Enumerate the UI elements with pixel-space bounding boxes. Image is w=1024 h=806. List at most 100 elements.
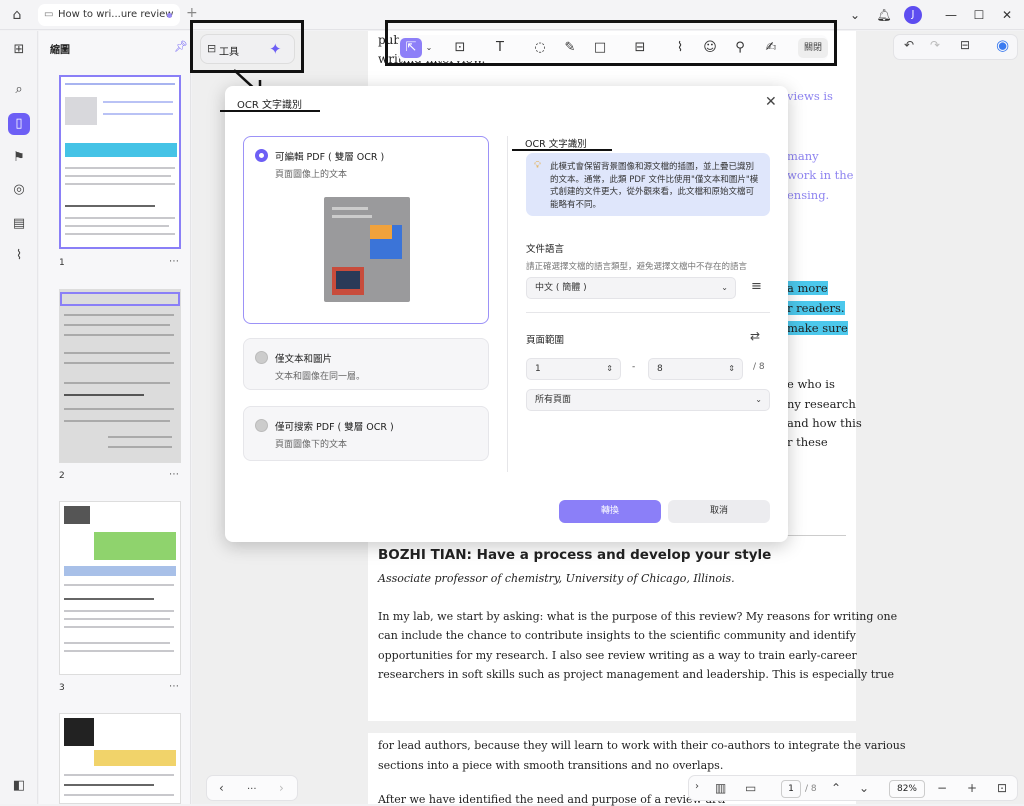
stepper-icon[interactable]: ⇕ <box>728 359 735 379</box>
doc-text: ny research <box>787 397 856 411</box>
more-icon[interactable]: ⋯ <box>169 469 179 480</box>
option-editable-pdf[interactable]: 可編輯 PDF ( 雙層 OCR ) 頁面圖像上的文本 <box>243 136 489 324</box>
doc-text: e who is <box>787 377 835 391</box>
doc-text: a more <box>787 281 828 295</box>
minimize-button[interactable]: — <box>942 6 960 24</box>
search-icon[interactable]: ⌕ <box>8 79 30 101</box>
doc-text: and how this <box>787 416 862 430</box>
fit-page-icon[interactable]: ⊡ <box>997 781 1007 795</box>
option-searchable-pdf[interactable]: 僅可搜索 PDF ( 雙層 OCR ) 頁面圖像下的文本 <box>243 406 489 461</box>
language-label: 文件語言 <box>526 244 565 255</box>
radio-button[interactable] <box>255 149 268 162</box>
settings-sliders-icon[interactable]: ≡ <box>751 279 762 294</box>
radio-button[interactable] <box>255 351 268 364</box>
highlight <box>65 143 177 157</box>
close-icon[interactable]: ✕ <box>765 94 777 110</box>
highlight <box>94 532 176 560</box>
language-value: 中文 ( 簡體 ) <box>535 283 587 293</box>
maximize-button[interactable]: ☐ <box>970 6 988 24</box>
option-label: 僅可搜索 PDF ( 雙層 OCR ) <box>275 422 394 433</box>
panel-title: 縮圖 <box>50 45 70 56</box>
doc-text: r these <box>787 435 828 449</box>
zoom-level[interactable]: 82% <box>889 780 925 798</box>
chevron-left-icon[interactable]: ‹ <box>219 781 224 795</box>
radio-button[interactable] <box>255 419 268 432</box>
page-range-select[interactable]: 所有頁面 ⌄ <box>526 389 770 411</box>
section-subheading: Associate professor of chemistry, Univer… <box>378 572 735 585</box>
convert-button[interactable]: 轉換 <box>559 500 661 523</box>
pin-icon[interactable]: 📌︎ <box>174 40 188 53</box>
highlight <box>64 566 176 576</box>
page-total: / 8 <box>805 784 817 794</box>
doc-text: In my lab, we start by asking: what is t… <box>378 610 898 623</box>
highlight <box>94 750 176 766</box>
doc-text: ensing. <box>787 188 830 202</box>
chevron-down-icon: ⌄ <box>721 283 728 292</box>
zoom-out-icon[interactable]: − <box>937 781 947 795</box>
collapse-icon[interactable]: › <box>695 781 699 792</box>
doc-text: opportunities for my research. I also se… <box>378 649 857 662</box>
redo-icon[interactable]: ↷ <box>930 38 940 52</box>
range-from-value: 1 <box>535 364 541 374</box>
zoom-in-icon[interactable]: + <box>967 781 977 795</box>
unsaved-dot <box>167 13 172 18</box>
bookmark-icon[interactable]: ⚑ <box>8 147 30 169</box>
page-number-input[interactable]: 1 <box>781 780 801 798</box>
chevron-down-icon[interactable]: ⌄ <box>846 6 864 24</box>
swap-icon[interactable]: ⇄ <box>750 329 760 343</box>
reading-mode-icon[interactable]: ▥ <box>715 781 726 795</box>
save-icon[interactable]: ⊟ <box>960 38 970 52</box>
option-description: 文本和圖像在同一層。 <box>275 372 366 382</box>
option-label: 可編輯 PDF ( 雙層 OCR ) <box>275 152 385 163</box>
page-thumbnail[interactable] <box>59 501 181 675</box>
more-icon[interactable]: ... <box>247 781 257 792</box>
layers-icon[interactable]: ◧ <box>8 775 30 797</box>
stepper-icon[interactable]: ⇕ <box>606 359 613 379</box>
undo-icon[interactable]: ↶ <box>904 38 914 52</box>
doc-text: sections into a piece with smooth transi… <box>378 759 724 772</box>
doc-text: r readers. <box>787 301 845 315</box>
avatar[interactable]: J <box>904 6 922 24</box>
range-total: / 8 <box>753 362 765 372</box>
right-tools: ↶ ↷ ⊟ ◉ <box>893 34 1018 60</box>
range-from-input[interactable]: 1 ⇕ <box>526 358 621 380</box>
doc-text: work in the <box>787 168 854 182</box>
chevron-down-icon[interactable]: ⌄ <box>859 781 869 795</box>
page-number: 1 <box>59 258 65 268</box>
language-select[interactable]: 中文 ( 簡體 ) ⌄ <box>526 277 736 299</box>
cancel-button[interactable]: 取消 <box>668 500 770 523</box>
home-icon[interactable]: ⌂ <box>8 6 26 24</box>
range-to-input[interactable]: 8 ⇕ <box>648 358 743 380</box>
doc-text: researchers in soft skills such as proje… <box>378 668 895 681</box>
doc-text: can include the chance to contribute ins… <box>378 629 856 642</box>
page-thumbnail[interactable] <box>59 713 181 804</box>
thumbnail-icon[interactable]: ▯ <box>8 113 30 135</box>
ai-assistant-icon[interactable]: ◉ <box>996 36 1009 54</box>
thumbnail-pager: ‹ ... › <box>206 775 298 801</box>
grid-icon[interactable]: ⊞ <box>8 39 30 61</box>
ocr-dialog: OCR 文字識別 ✕ 可編輯 PDF ( 雙層 OCR ) 頁面圖像上的文本 僅… <box>220 86 788 542</box>
doc-text: many <box>787 149 819 163</box>
more-icon[interactable]: ⋯ <box>169 256 179 267</box>
chevron-up-icon[interactable]: ⌃ <box>831 781 841 795</box>
comment-icon[interactable]: ◎ <box>8 179 30 201</box>
option-text-and-images[interactable]: 僅文本和圖片 文本和圖像在同一層。 <box>243 338 489 390</box>
close-window-button[interactable]: ✕ <box>998 6 1016 24</box>
bell-icon[interactable]: 🔔︎ <box>875 6 893 24</box>
annotation-underline <box>220 110 320 112</box>
page-thumbnail[interactable] <box>59 75 181 249</box>
section-heading: BOZHI TIAN: Have a process and develop y… <box>378 547 772 563</box>
new-tab-button[interactable]: + <box>186 5 198 21</box>
annotation-underline <box>512 149 612 151</box>
page-thumbnail[interactable] <box>59 289 181 463</box>
option-description: 頁面圖像上的文本 <box>275 170 348 180</box>
presentation-icon[interactable]: ▭ <box>745 781 756 795</box>
chevron-right-icon[interactable]: › <box>279 781 284 795</box>
document-tab[interactable]: ▭ How to wri...ure review <box>38 4 180 26</box>
info-text: 此模式會保留背景圖像和源文檔的插圖，並上疊已識別的文本。通常，此類 PDF 文件… <box>550 162 759 210</box>
attachment-icon[interactable]: ⌇ <box>8 245 30 267</box>
page-icon[interactable]: ▤ <box>8 213 30 235</box>
bottom-toolbar: › ▥ ▭ 1 / 8 ⌃ ⌄ 82% − + ⊡ <box>688 775 1018 801</box>
more-icon[interactable]: ⋯ <box>169 681 179 692</box>
document-illustration <box>324 197 410 302</box>
